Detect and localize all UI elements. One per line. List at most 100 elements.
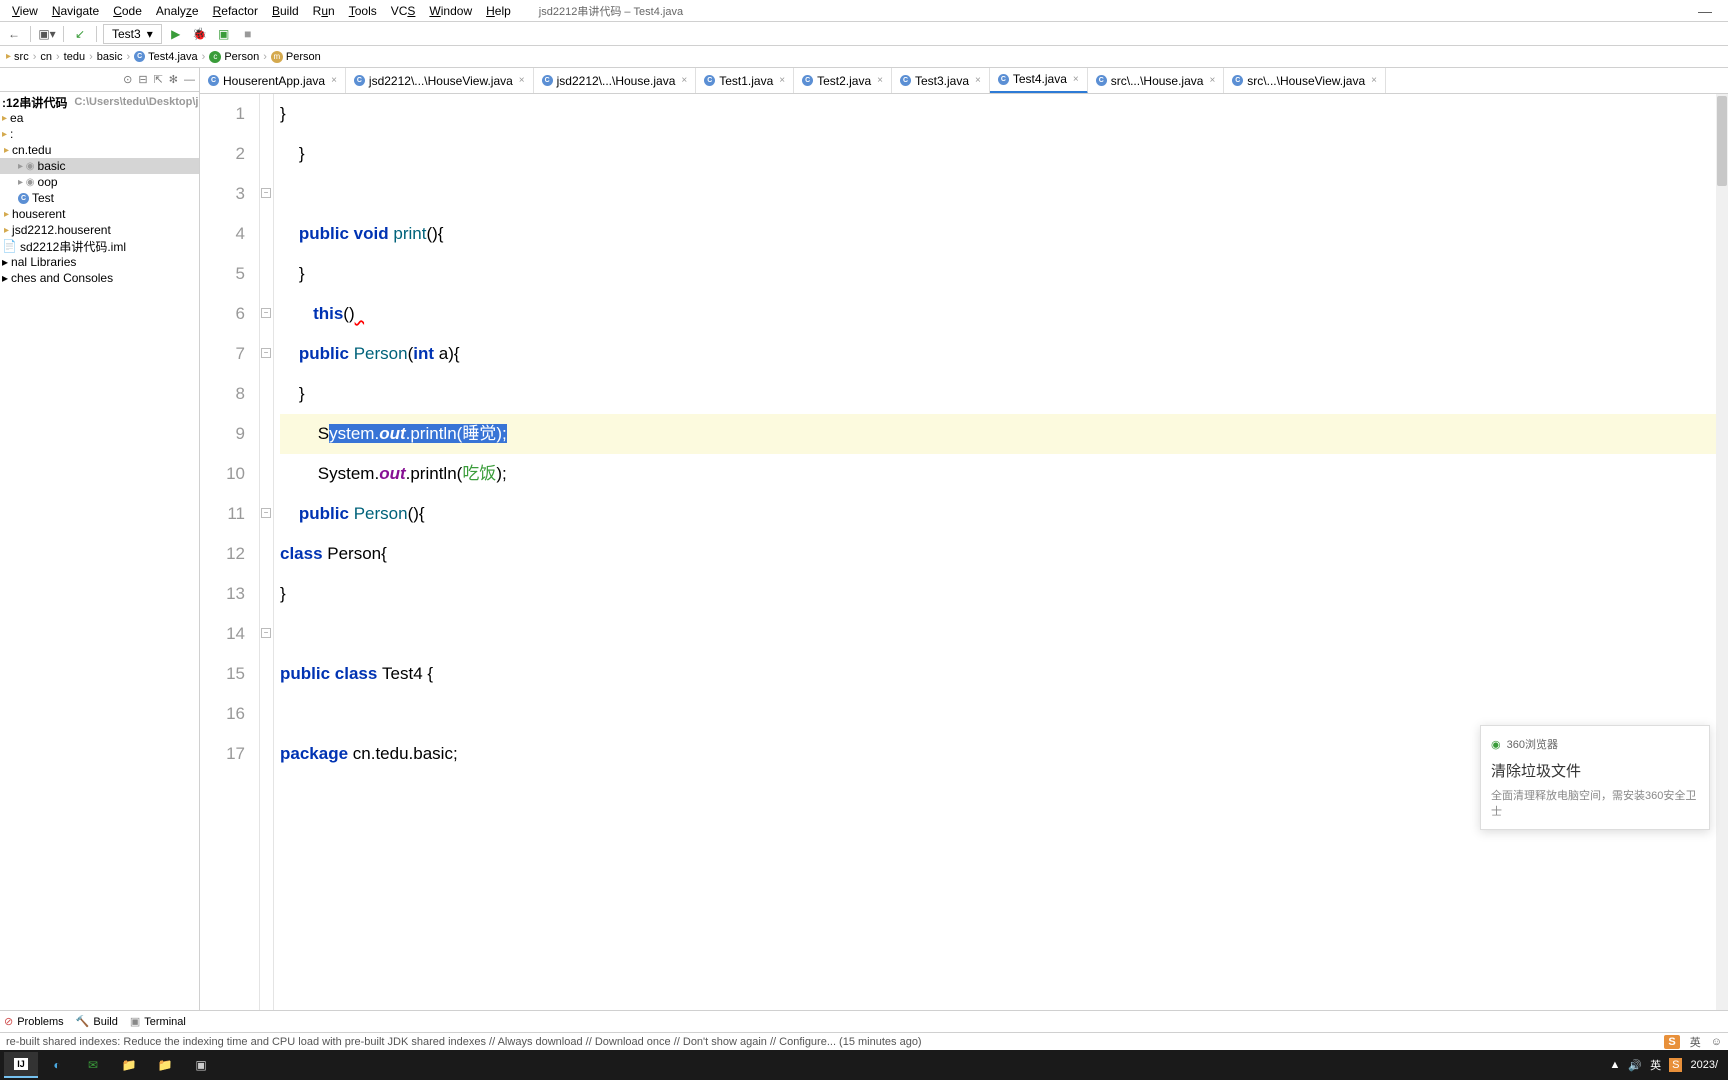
file-tab[interactable]: Csrc\...\HouseView.java× — [1224, 68, 1386, 94]
crumb-ctor[interactable]: mPerson — [271, 51, 321, 63]
close-icon[interactable]: × — [975, 75, 981, 86]
code-line[interactable]: } — [280, 374, 1728, 414]
expand-icon[interactable]: ⊟ — [138, 73, 147, 86]
crumb-file[interactable]: CTest4.java — [134, 51, 198, 63]
project-tree[interactable]: :12串讲代码 C:\Users\tedu\Desktop\jsd221 ▸ea… — [0, 92, 199, 1010]
tab-problems[interactable]: ⊘ Problems — [4, 1015, 64, 1028]
code-line[interactable]: public Person(){ — [280, 494, 1728, 534]
fold-icon[interactable]: − — [261, 348, 271, 358]
crumb-cn[interactable]: cn — [40, 51, 52, 63]
file-tab[interactable]: Cjsd2212\...\HouseView.java× — [346, 68, 534, 94]
menu-code[interactable]: Code — [107, 2, 148, 20]
ime-indicator[interactable]: S — [1664, 1035, 1679, 1049]
menu-build[interactable]: Build — [266, 2, 305, 20]
fold-icon[interactable]: − — [261, 188, 271, 198]
tray-ime[interactable]: S — [1669, 1058, 1682, 1072]
tab-build[interactable]: 🔨 Build — [76, 1015, 118, 1028]
menu-analyze[interactable]: Analyze — [150, 2, 205, 20]
coverage-icon[interactable]: ▣ — [214, 24, 234, 44]
taskbar-wechat[interactable]: ✉ — [76, 1052, 110, 1078]
tree-node[interactable]: 📄sd2212串讲代码.iml — [0, 238, 199, 254]
debug-icon[interactable]: 🐞 — [190, 24, 210, 44]
file-tab[interactable]: CTest3.java× — [892, 68, 990, 94]
select-open-icon[interactable]: ⊙ — [123, 73, 132, 86]
tree-node[interactable]: ▸: — [0, 126, 199, 142]
taskbar-tray[interactable]: ▲ 🔊 英 S 2023/ — [1610, 1057, 1724, 1073]
file-tab[interactable]: CTest1.java× — [696, 68, 794, 94]
back-icon[interactable]: ← — [4, 24, 24, 44]
menu-window[interactable]: Window — [423, 2, 478, 20]
hide-icon[interactable]: — — [184, 74, 195, 86]
tree-node[interactable]: ▸jsd2212.houserent — [0, 222, 199, 238]
menu-vcs[interactable]: VCS — [385, 2, 422, 20]
tree-node[interactable]: ▸ ◉oop — [0, 174, 199, 190]
menu-navigate[interactable]: Navigate — [46, 2, 105, 20]
notification-popup[interactable]: ◉ 360浏览器 清除垃圾文件 全面清理释放电脑空间，需安装360安全卫士 — [1480, 725, 1710, 830]
close-icon[interactable]: × — [331, 75, 337, 86]
file-tab[interactable]: Csrc\...\House.java× — [1088, 68, 1225, 94]
code-line[interactable]: System.out.println(吃饭); — [280, 454, 1728, 494]
tree-node[interactable]: ▸ ◉basic — [0, 158, 199, 174]
tray-time[interactable]: 2023/ — [1690, 1059, 1718, 1071]
crumb-src[interactable]: ▸src — [6, 51, 29, 63]
run-icon[interactable]: ▶ — [166, 24, 186, 44]
vertical-scrollbar[interactable] — [1716, 94, 1728, 1010]
tree-node[interactable]: ▸ea — [0, 110, 199, 126]
taskbar-app-2[interactable]: ◐ — [40, 1052, 74, 1078]
tray-lang[interactable]: 英 — [1650, 1057, 1661, 1073]
menu-run[interactable]: Run — [307, 2, 341, 20]
tree-node[interactable]: ▸ches and Consoles — [0, 270, 199, 286]
code-line[interactable]: public void print(){ — [280, 214, 1728, 254]
close-icon[interactable]: × — [1371, 75, 1377, 86]
menu-help[interactable]: Help — [480, 2, 517, 20]
tree-node[interactable]: ▸cn.tedu — [0, 142, 199, 158]
close-icon[interactable]: × — [681, 75, 687, 86]
stop-icon[interactable]: ■ — [238, 24, 258, 44]
tree-node[interactable]: CTest — [0, 190, 199, 206]
code-line[interactable]: this() — [280, 294, 1728, 334]
code-line[interactable]: } — [280, 254, 1728, 294]
run-config-dropdown[interactable]: Test3 ▾ — [103, 24, 162, 44]
close-icon[interactable]: × — [1209, 75, 1215, 86]
crumb-class[interactable]: cPerson — [209, 51, 259, 63]
code-line[interactable] — [280, 174, 1728, 214]
code-line[interactable]: class Person{ — [280, 534, 1728, 574]
sync-icon[interactable]: ↙ — [70, 24, 90, 44]
taskbar-cmd[interactable]: ▣ — [184, 1052, 218, 1078]
code-line[interactable]: public class Test4 { — [280, 654, 1728, 694]
file-tab[interactable]: CTest4.java× — [990, 68, 1088, 94]
file-tab[interactable]: Cjsd2212\...\House.java× — [534, 68, 697, 94]
tray-icon[interactable]: ▲ — [1610, 1059, 1621, 1071]
minimize-icon[interactable]: — — [1688, 3, 1722, 19]
tree-node[interactable]: ▸nal Libraries — [0, 254, 199, 270]
tray-icon[interactable]: 🔊 — [1628, 1059, 1642, 1072]
taskbar-folder[interactable]: 📁 — [148, 1052, 182, 1078]
code-area[interactable]: } } public void print(){ } this() public… — [274, 94, 1728, 1010]
add-config-icon[interactable]: ▣▾ — [37, 24, 57, 44]
code-editor[interactable]: 1234567891011121314151617 −−−−− } } publ… — [200, 94, 1728, 1010]
fold-icon[interactable]: − — [261, 628, 271, 638]
code-line[interactable] — [280, 614, 1728, 654]
emoji-icon[interactable]: ☺ — [1711, 1036, 1722, 1048]
crumb-basic[interactable]: basic — [97, 51, 123, 63]
tree-node[interactable]: ▸houserent — [0, 206, 199, 222]
menu-view[interactable]: View — [6, 2, 44, 20]
close-icon[interactable]: × — [877, 75, 883, 86]
code-line[interactable]: System.out.println(睡觉); — [280, 414, 1728, 454]
collapse-icon[interactable]: ⇱ — [154, 73, 163, 86]
lang-indicator[interactable]: 英 — [1690, 1034, 1701, 1050]
status-message[interactable]: re-built shared indexes: Reduce the inde… — [6, 1036, 922, 1048]
tab-terminal[interactable]: ▣ Terminal — [130, 1015, 186, 1028]
code-line[interactable]: } — [280, 94, 1728, 134]
fold-icon[interactable]: − — [261, 308, 271, 318]
taskbar-intellij[interactable]: IJ — [4, 1052, 38, 1078]
tree-root[interactable]: :12串讲代码 C:\Users\tedu\Desktop\jsd221 — [0, 94, 199, 110]
menu-refactor[interactable]: Refactor — [207, 2, 264, 20]
crumb-tedu[interactable]: tedu — [64, 51, 85, 63]
file-tab[interactable]: CTest2.java× — [794, 68, 892, 94]
fold-icon[interactable]: − — [261, 508, 271, 518]
file-tab[interactable]: CHouserentApp.java× — [200, 68, 346, 94]
menu-tools[interactable]: Tools — [343, 2, 383, 20]
close-icon[interactable]: × — [1073, 74, 1079, 85]
close-icon[interactable]: × — [519, 75, 525, 86]
